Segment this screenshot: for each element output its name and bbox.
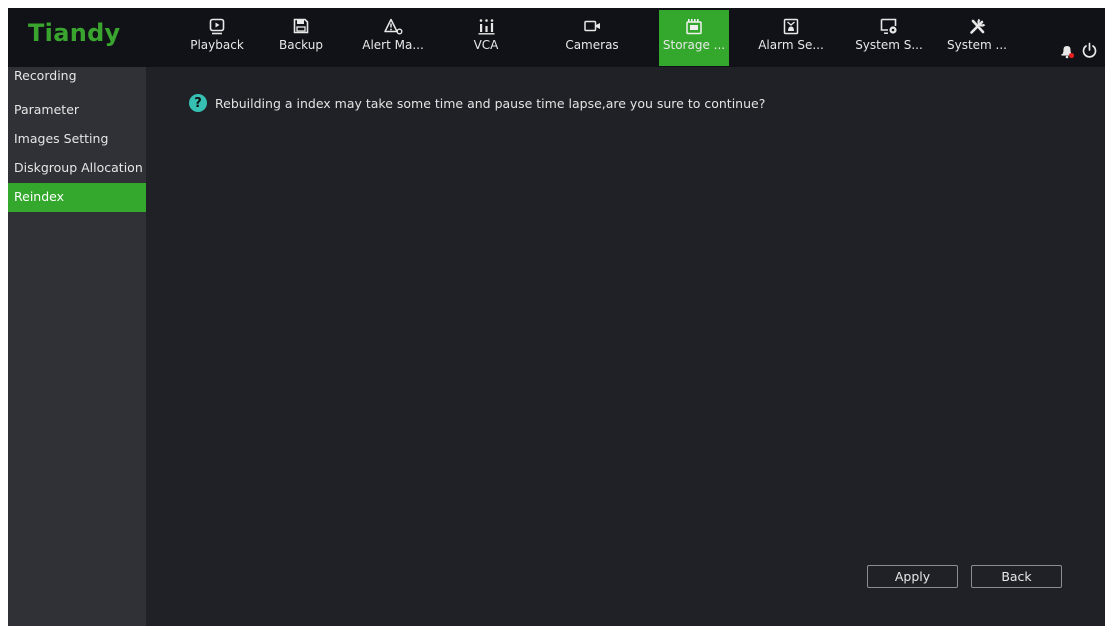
tiandy-logo: Tiandy xyxy=(28,19,121,47)
sidebar-menu: Recording Parameter Images Setting Diskg… xyxy=(8,67,146,626)
sidebar-item-reindex[interactable]: Reindex xyxy=(8,183,146,212)
playback-icon xyxy=(209,17,225,35)
nav-vca-label: VCA xyxy=(473,38,499,52)
camera-icon xyxy=(583,17,601,35)
apply-button[interactable]: Apply xyxy=(867,565,958,588)
nav-alert-management-label: Alert Ma... xyxy=(362,38,424,52)
nav-storage-management[interactable]: Storage ... xyxy=(659,10,729,66)
nav-playback[interactable]: Playback xyxy=(182,8,252,67)
top-navigation-bar: Tiandy Playback Backup Alert Ma... VCA C… xyxy=(8,8,1105,67)
tools-icon xyxy=(969,17,986,35)
reindex-message: Rebuilding a index may take some time an… xyxy=(215,95,766,111)
nav-storage-management-label: Storage ... xyxy=(662,38,726,52)
system-settings-icon xyxy=(880,17,898,35)
nav-alert-management[interactable]: Alert Ma... xyxy=(358,8,428,67)
reindex-confirmation: ? Rebuilding a index may take some time … xyxy=(189,94,765,112)
sidebar-item-images-setting[interactable]: Images Setting xyxy=(8,125,146,154)
nav-system-maintenance-label: System ... xyxy=(946,38,1007,52)
alert-icon xyxy=(383,17,403,35)
nav-backup-label: Backup xyxy=(279,38,323,52)
alarm-settings-icon xyxy=(783,17,799,35)
sidebar-item-diskgroup-allocation[interactable]: Diskgroup Allocation xyxy=(8,154,146,183)
nav-cameras[interactable]: Cameras xyxy=(557,8,627,67)
back-button[interactable]: Back xyxy=(971,565,1062,588)
power-icon[interactable] xyxy=(1081,42,1098,59)
nav-cameras-label: Cameras xyxy=(565,38,619,52)
question-icon: ? xyxy=(189,94,207,112)
save-disk-icon xyxy=(293,17,309,35)
sidebar-item-recording[interactable]: Recording xyxy=(8,67,146,96)
nav-alarm-settings-label: Alarm Se... xyxy=(758,38,824,52)
bell-icon[interactable] xyxy=(1059,43,1075,59)
vca-chart-icon xyxy=(478,17,495,35)
storage-icon xyxy=(686,17,702,35)
nav-system-maintenance[interactable]: System ... xyxy=(942,8,1012,67)
nav-system-settings[interactable]: System S... xyxy=(854,8,924,67)
nav-playback-label: Playback xyxy=(190,38,244,52)
app-window: Tiandy Playback Backup Alert Ma... VCA C… xyxy=(8,8,1105,626)
nav-system-settings-label: System S... xyxy=(855,38,923,52)
nav-backup[interactable]: Backup xyxy=(266,8,336,67)
nav-alarm-settings[interactable]: Alarm Se... xyxy=(756,8,826,67)
sidebar-item-parameter[interactable]: Parameter xyxy=(8,96,146,125)
nav-vca[interactable]: VCA xyxy=(451,8,521,67)
